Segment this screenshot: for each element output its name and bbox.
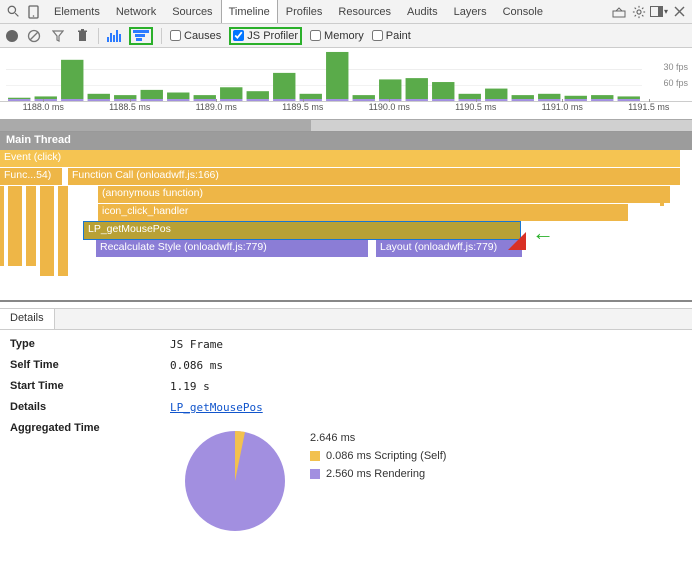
close-icon[interactable]: [670, 3, 688, 21]
agg-rendering: 2.560 ms Rendering: [326, 468, 425, 480]
details-panel: TypeJS Frame Self Time0.086 ms Start Tim…: [0, 330, 692, 544]
flamechart-icon-highlight[interactable]: [129, 27, 153, 45]
fps-60-label: 60 fps: [663, 78, 688, 88]
search-icon[interactable]: [4, 3, 22, 21]
tick: 1188.0 ms: [0, 102, 87, 119]
jsprofiler-label: JS Profiler: [247, 30, 298, 42]
overview-chart[interactable]: 30 fps 60 fps 1188.0 ms 1188.5 ms 1189.0…: [0, 48, 692, 120]
selftime-value: 0.086 ms: [170, 359, 223, 372]
tick: 1189.0 ms: [173, 102, 260, 119]
agg-scripting: 0.086 ms Scripting (Self): [326, 450, 446, 462]
tab-elements[interactable]: Elements: [46, 0, 108, 23]
fps-30-label: 30 fps: [663, 62, 688, 72]
filter-icon[interactable]: [50, 28, 66, 44]
minimap[interactable]: [0, 120, 692, 132]
top-tabs: Elements Network Sources Timeline Profil…: [46, 0, 551, 23]
paint-label: Paint: [386, 30, 411, 42]
flame-func54[interactable]: Func...54): [0, 168, 62, 185]
annotation-arrow: ←: [532, 220, 554, 246]
dock-icon[interactable]: ▾: [650, 3, 668, 21]
clear-icon[interactable]: [26, 28, 42, 44]
aggregated-legend: 2.646 ms 0.086 ms Scripting (Self) 2.560…: [310, 426, 446, 486]
memory-checkbox[interactable]: Memory: [310, 30, 364, 42]
aggregated-pie: [180, 426, 290, 536]
time-ruler: 1188.0 ms 1188.5 ms 1189.0 ms 1189.5 ms …: [0, 101, 692, 119]
tick: 1191.0 ms: [519, 102, 606, 119]
flame-lp-getmousepos[interactable]: LP_getMousePos: [84, 222, 520, 239]
type-label: Type: [10, 338, 170, 351]
flame-recalc-style[interactable]: Recalculate Style (onloadwff.js:779): [96, 240, 368, 257]
tab-resources[interactable]: Resources: [330, 0, 399, 23]
details-tab[interactable]: Details: [0, 309, 55, 329]
tick: 1190.0 ms: [346, 102, 433, 119]
tick: 1191.5 ms: [606, 102, 692, 119]
details-link[interactable]: LP_getMousePos: [170, 401, 263, 414]
tab-audits[interactable]: Audits: [399, 0, 446, 23]
causes-checkbox[interactable]: Causes: [170, 30, 221, 42]
trash-icon[interactable]: [74, 28, 90, 44]
tick: 1188.5 ms: [87, 102, 174, 119]
flame-anonymous[interactable]: (anonymous function): [98, 186, 670, 203]
flame-icon-click-handler[interactable]: icon_click_handler: [98, 204, 628, 221]
type-value: JS Frame: [170, 338, 223, 351]
device-icon[interactable]: [24, 3, 42, 21]
gear-icon[interactable]: [630, 3, 648, 21]
tick: 1189.5 ms: [260, 102, 347, 119]
flame-chart[interactable]: Event (click) Func...54) Function Call (…: [0, 150, 692, 302]
flame-function-call[interactable]: Function Call (onloadwff.js:166): [68, 168, 680, 185]
flame-event-click[interactable]: Event (click): [0, 150, 680, 167]
tab-sources[interactable]: Sources: [164, 0, 220, 23]
memory-label: Memory: [324, 30, 364, 42]
tab-network[interactable]: Network: [108, 0, 164, 23]
record-button[interactable]: [6, 30, 18, 42]
drawer-icon[interactable]: [610, 3, 628, 21]
tab-timeline[interactable]: Timeline: [221, 0, 278, 23]
details-tabrow: Details: [0, 308, 692, 330]
selftime-label: Self Time: [10, 359, 170, 372]
jsprofiler-checkbox[interactable]: JS Profiler: [233, 30, 298, 42]
causes-label: Causes: [184, 30, 221, 42]
flame-layout[interactable]: Layout (onloadwff.js:779): [376, 240, 522, 257]
tab-layers[interactable]: Layers: [446, 0, 495, 23]
agg-total: 2.646 ms: [310, 432, 355, 444]
starttime-value: 1.19 s: [170, 380, 210, 393]
details-label: Details: [10, 401, 170, 414]
main-thread-header: Main Thread: [0, 132, 692, 150]
devtools-topbar: Elements Network Sources Timeline Profil…: [0, 0, 692, 24]
swatch-scripting: [310, 451, 320, 461]
tick: 1190.5 ms: [433, 102, 520, 119]
starttime-label: Start Time: [10, 380, 170, 393]
aggregated-label: Aggregated Time: [10, 422, 170, 434]
paint-checkbox[interactable]: Paint: [372, 30, 411, 42]
swatch-rendering: [310, 469, 320, 479]
tab-profiles[interactable]: Profiles: [278, 0, 331, 23]
timeline-toolbar: Causes JS Profiler Memory Paint: [0, 24, 692, 48]
tab-console[interactable]: Console: [495, 0, 551, 23]
framechart-icon[interactable]: [107, 30, 121, 42]
